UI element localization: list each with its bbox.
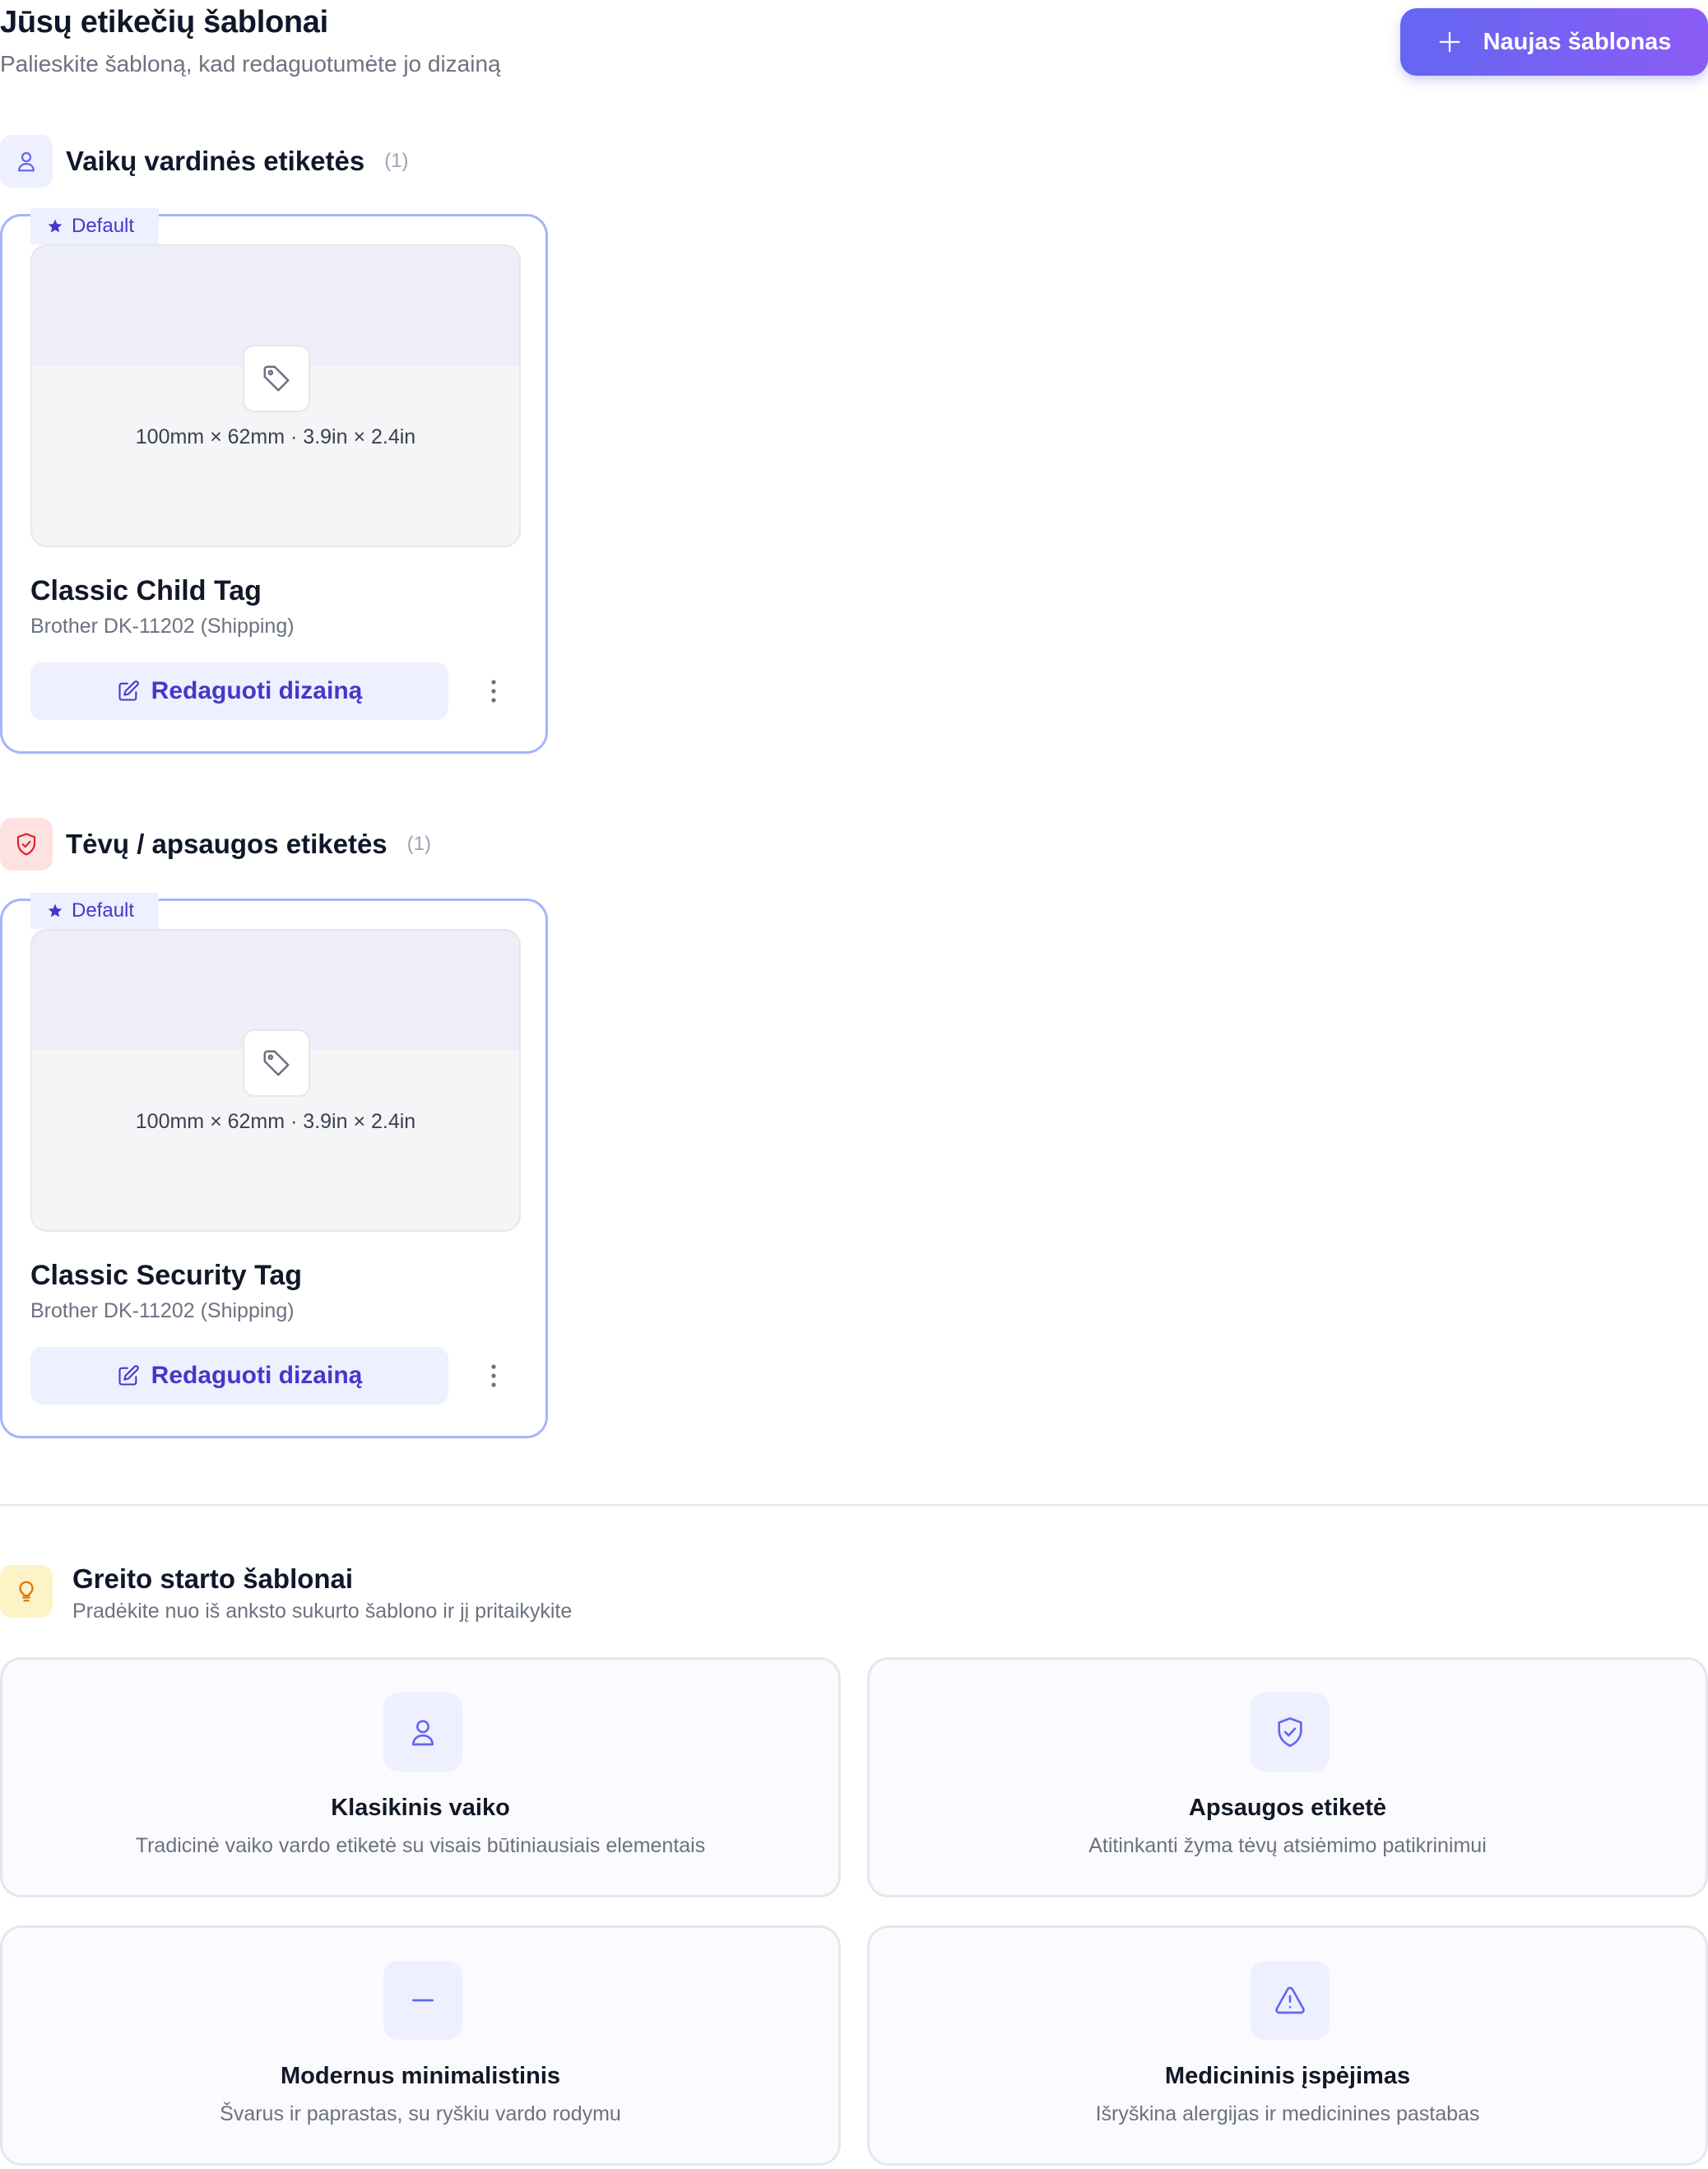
shield-check-icon [1278,1717,1302,1747]
default-badge: Default [30,893,159,929]
quick-template-security[interactable]: Apsaugos etiketė Atitinkanti žyma tėvų a… [867,1657,1708,1897]
default-badge-label: Default [72,215,135,237]
tag-icon [263,365,290,392]
tag-icon-box [243,345,310,412]
category-count: (1) [406,833,431,855]
star-icon [48,903,63,917]
quick-template-icon [1251,1961,1330,2040]
category-icon [0,1565,53,1618]
tag-icon-box [243,1029,310,1097]
default-badge-label: Default [72,899,135,922]
category-icon [0,818,53,871]
quick-template-title: Apsaugos etiketė [1188,1795,1387,1821]
quick-template-description: Išryškina alergijas ir medicinines pasta… [1095,2102,1480,2125]
template-preview[interactable]: 100mm × 62mm · 3.9in × 2.4in [30,244,521,547]
template-name: Classic Security Tag [30,1260,303,1291]
quick-template-icon [383,1961,462,2040]
category-count: (1) [384,150,409,172]
more-vertical-icon [491,1364,496,1387]
template-printer: Brother DK-11202 (Shipping) [30,1299,295,1322]
template-dimensions: 100mm × 62mm · 3.9in × 2.4in [135,425,416,448]
quick-template-description: Atitinkanti žyma tėvų atsiėmimo patikrin… [1088,1834,1487,1857]
category-title: Tėvų / apsaugos etiketės [66,829,388,859]
edit-icon [118,1365,139,1386]
template-dimensions: 100mm × 62mm · 3.9in × 2.4in [135,1110,416,1133]
quick-template-icon [383,1693,462,1772]
quick-template-modern-minimal[interactable]: Modernus minimalistinis Švarus ir papras… [0,1925,841,2166]
more-options-button[interactable] [473,671,514,712]
quick-start-heading [0,1565,53,1618]
quick-template-description: Tradicinė vaiko vardo etiketė su visais … [135,1834,706,1857]
category-heading-child: Vaikų vardinės etiketės (1) [0,135,409,188]
minus-icon [412,1999,434,2002]
quick-template-title: Klasikinis vaiko [331,1795,510,1821]
quick-template-icon [1251,1693,1330,1772]
quick-template-description: Švarus ir paprastas, su ryškiu vardo rod… [220,2102,621,2125]
quick-template-medical-alert[interactable]: Medicininis įspėjimas Išryškina alergija… [867,1925,1708,2166]
edit-design-label: Redaguoti dizainą [151,1362,363,1389]
edit-design-button[interactable]: Redaguoti dizainą [30,662,448,720]
shield-check-icon [16,833,36,856]
page-subtitle: Palieskite šabloną, kad redaguotumėte jo… [0,51,501,77]
quick-template-title: Modernus minimalistinis [281,2063,560,2089]
template-card-classic-child[interactable]: Default 100mm × 62mm · 3.9in × 2.4in Cla… [0,208,548,754]
category-icon [0,135,53,188]
new-template-label: Naujas šablonas [1483,28,1672,55]
edit-icon [118,680,139,701]
template-card-classic-security[interactable]: Default 100mm × 62mm · 3.9in × 2.4in Cla… [0,893,548,1438]
page-title: Jūsų etikečių šablonai [0,5,328,39]
edit-design-label: Redaguoti dizainą [151,677,363,704]
template-preview[interactable]: 100mm × 62mm · 3.9in × 2.4in [30,929,521,1232]
quick-template-classic-child[interactable]: Klasikinis vaiko Tradicinė vaiko vardo e… [0,1657,841,1897]
edit-design-button[interactable]: Redaguoti dizainą [30,1347,448,1405]
new-template-button[interactable]: Naujas šablonas [1400,8,1708,76]
section-divider [0,1504,1708,1506]
quick-start-title: Greito starto šablonai [72,1563,354,1594]
quick-start-subtitle: Pradėkite nuo iš anksto sukurto šablono … [72,1600,573,1623]
tag-icon [263,1050,290,1076]
quick-template-title: Medicininis įspėjimas [1164,2063,1411,2089]
template-printer: Brother DK-11202 (Shipping) [30,615,295,638]
template-name: Classic Child Tag [30,575,262,606]
warning-icon [1275,1986,1305,2014]
lightbulb-icon [19,1581,34,1602]
category-title: Vaikų vardinės etiketės [66,146,365,176]
plus-icon [1439,31,1460,53]
default-badge: Default [30,208,159,244]
star-icon [48,219,63,233]
page-header: Jūsų etikečių šablonai Palieskite šablon… [0,0,1708,91]
more-vertical-icon [491,680,496,703]
category-heading-security: Tėvų / apsaugos etiketės (1) [0,818,431,871]
more-options-button[interactable] [473,1355,514,1396]
user-icon [411,1720,434,1746]
user-icon [18,151,35,172]
